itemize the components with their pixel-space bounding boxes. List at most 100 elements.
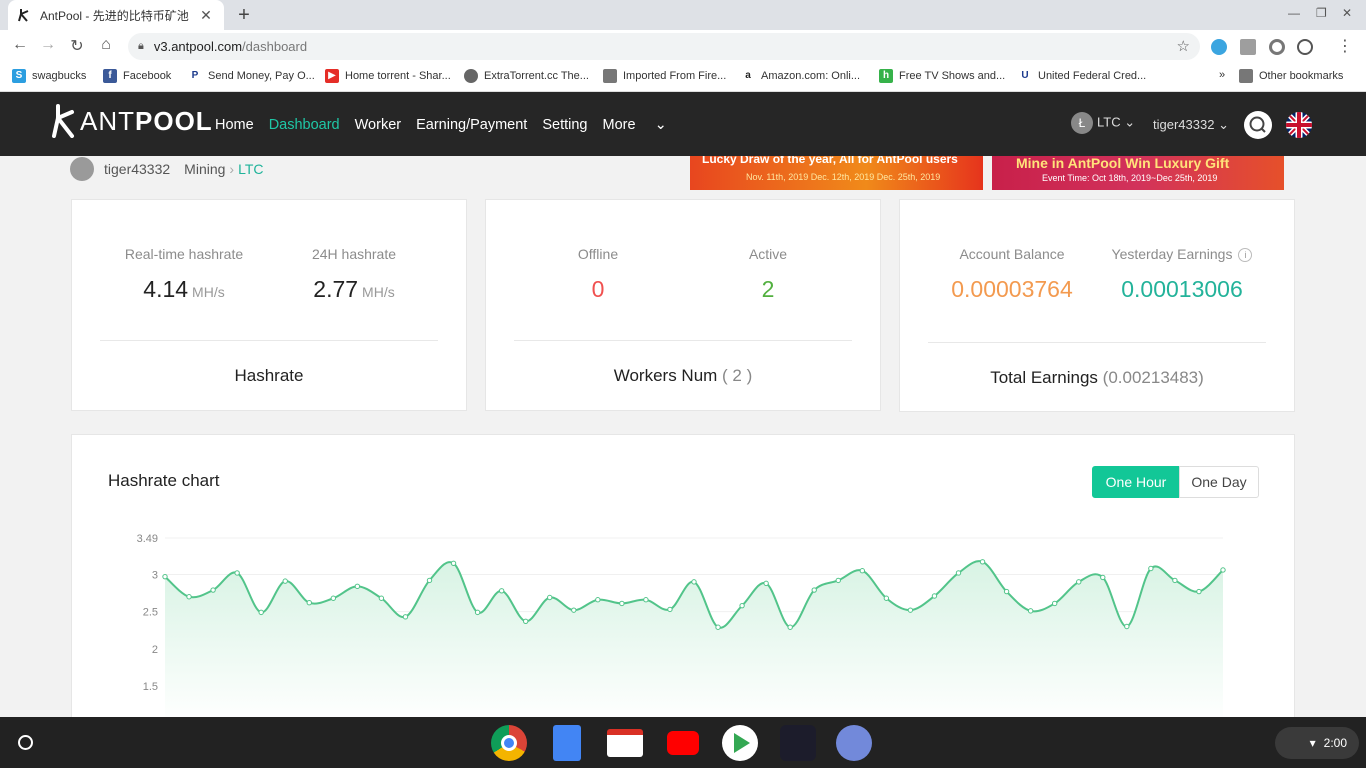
extension-icon[interactable] — [1240, 39, 1256, 55]
antpool-logo[interactable]: ANT POOL — [52, 104, 213, 138]
bookmarks-overflow[interactable]: » — [1219, 69, 1225, 81]
new-tab-icon[interactable]: + — [234, 4, 254, 27]
info-icon[interactable]: i — [1238, 248, 1253, 263]
data-point[interactable] — [595, 597, 601, 603]
data-point[interactable] — [210, 587, 216, 593]
extension-icon[interactable] — [1269, 39, 1285, 55]
back-icon[interactable]: ← — [10, 36, 30, 54]
bookmark-item[interactable]: Imported From Fire... — [603, 69, 726, 83]
extension-icon[interactable] — [1211, 39, 1227, 55]
data-point[interactable] — [498, 588, 505, 594]
data-point[interactable] — [1124, 623, 1130, 630]
discord-app-icon[interactable] — [836, 725, 872, 761]
status-tray[interactable]: ▾ 2:00 — [1275, 727, 1359, 759]
promo-banner-luxury-gift[interactable]: Mine in AntPool Win Luxury Gift Event Ti… — [992, 156, 1284, 190]
browser-tab[interactable]: AntPool - 先进的比特币矿池 ✕ — [8, 0, 224, 30]
data-point[interactable] — [667, 606, 673, 613]
data-point[interactable] — [402, 614, 409, 620]
tab-close-icon[interactable]: ✕ — [198, 7, 214, 24]
data-point[interactable] — [306, 600, 312, 606]
data-point[interactable] — [450, 560, 457, 566]
data-point[interactable] — [643, 597, 649, 603]
bookmark-item[interactable]: ▶ Home torrent - Shar... — [325, 69, 451, 83]
speedometer-app-icon[interactable] — [780, 725, 816, 761]
launcher-icon[interactable] — [18, 735, 33, 750]
minimize-icon[interactable]: — — [1288, 6, 1300, 20]
data-point[interactable] — [162, 573, 168, 580]
language-flag-icon[interactable] — [1286, 112, 1312, 138]
data-point[interactable] — [1172, 577, 1178, 584]
bookmark-star-icon[interactable]: ☆ — [1177, 37, 1190, 55]
nav-worker[interactable]: Worker — [355, 117, 401, 133]
data-point[interactable] — [931, 593, 938, 599]
nav-home[interactable]: Home — [215, 117, 254, 133]
data-point[interactable] — [258, 609, 264, 616]
bookmark-item[interactable]: h Free TV Shows and... — [879, 69, 1005, 83]
data-point[interactable] — [1100, 574, 1106, 581]
bookmark-item[interactable]: f Facebook — [103, 69, 171, 83]
data-point[interactable] — [1051, 600, 1058, 607]
data-point[interactable] — [1196, 588, 1202, 595]
data-point[interactable] — [282, 578, 288, 584]
offline-value[interactable]: 0 — [513, 276, 683, 303]
extension-icon[interactable] — [1297, 39, 1313, 55]
data-point[interactable] — [234, 570, 240, 576]
nav-earning-payment[interactable]: Earning/Payment — [416, 117, 527, 133]
data-point[interactable] — [426, 577, 433, 584]
active-value[interactable]: 2 — [683, 276, 853, 303]
data-point[interactable] — [522, 618, 529, 624]
data-point[interactable] — [186, 594, 192, 600]
chrome-menu-icon[interactable]: ⋮ — [1335, 36, 1355, 56]
data-point[interactable] — [715, 624, 721, 630]
chrome-app-icon[interactable] — [491, 725, 527, 761]
bookmark-item[interactable]: a Amazon.com: Onli... — [741, 69, 860, 83]
data-point[interactable] — [859, 568, 866, 574]
search-button[interactable] — [1244, 111, 1272, 139]
data-point[interactable] — [835, 577, 841, 584]
bookmark-item[interactable]: P Send Money, Pay O... — [188, 69, 315, 83]
restore-icon[interactable]: ❐ — [1316, 6, 1327, 20]
data-point[interactable] — [474, 609, 481, 616]
data-point[interactable] — [1148, 565, 1154, 572]
bookmark-item[interactable]: U United Federal Cred... — [1018, 69, 1146, 83]
nav-more[interactable]: More ⌄ — [602, 117, 681, 133]
bookmark-item[interactable]: Sswagbucks — [12, 69, 86, 83]
data-point[interactable] — [1003, 588, 1010, 595]
nav-dashboard[interactable]: Dashboard — [269, 117, 340, 133]
docs-app-icon[interactable] — [553, 725, 581, 761]
data-point[interactable] — [739, 602, 745, 609]
data-point[interactable] — [955, 570, 962, 576]
home-icon[interactable]: ⌂ — [96, 36, 116, 54]
reload-icon[interactable]: ↻ — [67, 36, 87, 56]
data-point[interactable] — [763, 580, 769, 587]
forward-icon[interactable]: → — [38, 36, 58, 54]
data-point[interactable] — [1220, 567, 1226, 573]
data-point[interactable] — [787, 624, 793, 630]
breadcrumb-mining[interactable]: Mining — [184, 161, 225, 177]
data-point[interactable] — [1027, 608, 1034, 614]
one-hour-button[interactable]: One Hour — [1092, 466, 1180, 498]
gmail-app-icon[interactable] — [607, 729, 643, 757]
data-point[interactable] — [907, 607, 914, 613]
data-point[interactable] — [354, 583, 361, 590]
data-point[interactable] — [619, 600, 625, 607]
address-bar[interactable]: 🔒︎ v3.antpool.com/dashboard ☆ — [128, 33, 1200, 60]
data-point[interactable] — [547, 594, 553, 601]
coin-selector[interactable]: Ł LTC ⌄ — [1071, 112, 1135, 134]
data-point[interactable] — [330, 595, 337, 601]
play-store-app-icon[interactable] — [722, 725, 758, 761]
data-point[interactable] — [811, 587, 817, 593]
window-close-icon[interactable]: ✕ — [1342, 6, 1352, 20]
one-day-button[interactable]: One Day — [1179, 466, 1259, 498]
data-point[interactable] — [571, 607, 577, 613]
data-point[interactable] — [691, 579, 697, 585]
user-menu[interactable]: tiger43332 ⌄ — [1153, 117, 1229, 133]
bookmark-item[interactable]: ExtraTorrent.cc The... — [464, 69, 589, 83]
data-point[interactable] — [1076, 579, 1082, 585]
other-bookmarks[interactable]: Other bookmarks — [1239, 69, 1343, 83]
nav-setting[interactable]: Setting — [542, 117, 587, 133]
youtube-app-icon[interactable] — [667, 731, 699, 755]
promo-banner-lucky-draw[interactable]: Lucky Draw of the year, All for AntPool … — [690, 156, 983, 190]
data-point[interactable] — [378, 595, 385, 601]
data-point[interactable] — [979, 559, 986, 565]
